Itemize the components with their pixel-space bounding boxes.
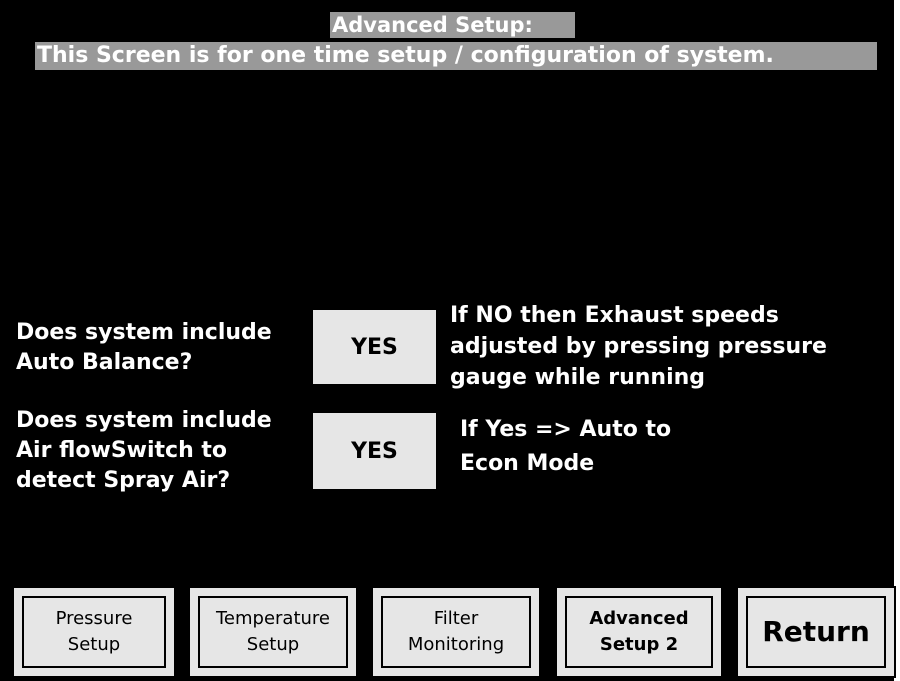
button-label: Filter xyxy=(433,608,479,629)
filter-monitoring-button[interactable]: Filter Monitoring xyxy=(371,586,541,678)
button-face: Temperature Setup xyxy=(198,596,348,668)
hmi-screen: Advanced Setup: This Screen is for one t… xyxy=(0,0,900,681)
button-label: Return xyxy=(762,615,870,648)
button-label: Setup 2 xyxy=(599,634,679,655)
return-button[interactable]: Return xyxy=(736,586,896,678)
air-flow-switch-note: If Yes => Auto to Econ Mode xyxy=(460,413,671,481)
question-text-line: Auto Balance? xyxy=(16,350,193,375)
button-label: Advanced xyxy=(589,608,689,629)
page-subtitle: This Screen is for one time setup / conf… xyxy=(35,42,877,70)
question-text-line: Does system include xyxy=(16,320,272,345)
auto-balance-toggle-button[interactable]: YES xyxy=(313,310,436,384)
note-line: If Yes => Auto to xyxy=(460,417,672,442)
button-face: Pressure Setup xyxy=(22,596,166,668)
button-label: Monitoring xyxy=(407,634,505,655)
button-face: Filter Monitoring xyxy=(381,596,531,668)
note-line: If NO then Exhaust speeds xyxy=(450,303,779,328)
air-flow-switch-toggle-button[interactable]: YES xyxy=(313,413,436,489)
advanced-setup-2-button[interactable]: Advanced Setup 2 xyxy=(555,586,723,678)
pressure-setup-button[interactable]: Pressure Setup xyxy=(12,586,176,678)
button-face: Advanced Setup 2 xyxy=(565,596,713,668)
auto-balance-note: If NO then Exhaust speeds adjusted by pr… xyxy=(450,300,827,393)
note-line: gauge while running xyxy=(450,365,706,390)
page-title: Advanced Setup: xyxy=(330,12,575,38)
note-line: Econ Mode xyxy=(460,451,595,476)
question-text-line: Does system include xyxy=(16,408,272,433)
temperature-setup-button[interactable]: Temperature Setup xyxy=(188,586,358,678)
button-label: Setup xyxy=(246,634,300,655)
button-label: Temperature xyxy=(215,608,331,629)
button-label: Setup xyxy=(67,634,121,655)
question-text-line: detect Spray Air? xyxy=(16,468,231,493)
note-line: adjusted by pressing pressure xyxy=(450,334,827,359)
question-air-flow-switch: Does system include Air flowSwitch to de… xyxy=(16,406,272,496)
button-face: Return xyxy=(746,596,886,668)
button-label: Pressure xyxy=(55,608,133,629)
question-text-line: Air flowSwitch to xyxy=(16,438,228,463)
question-auto-balance: Does system include Auto Balance? xyxy=(16,318,272,378)
